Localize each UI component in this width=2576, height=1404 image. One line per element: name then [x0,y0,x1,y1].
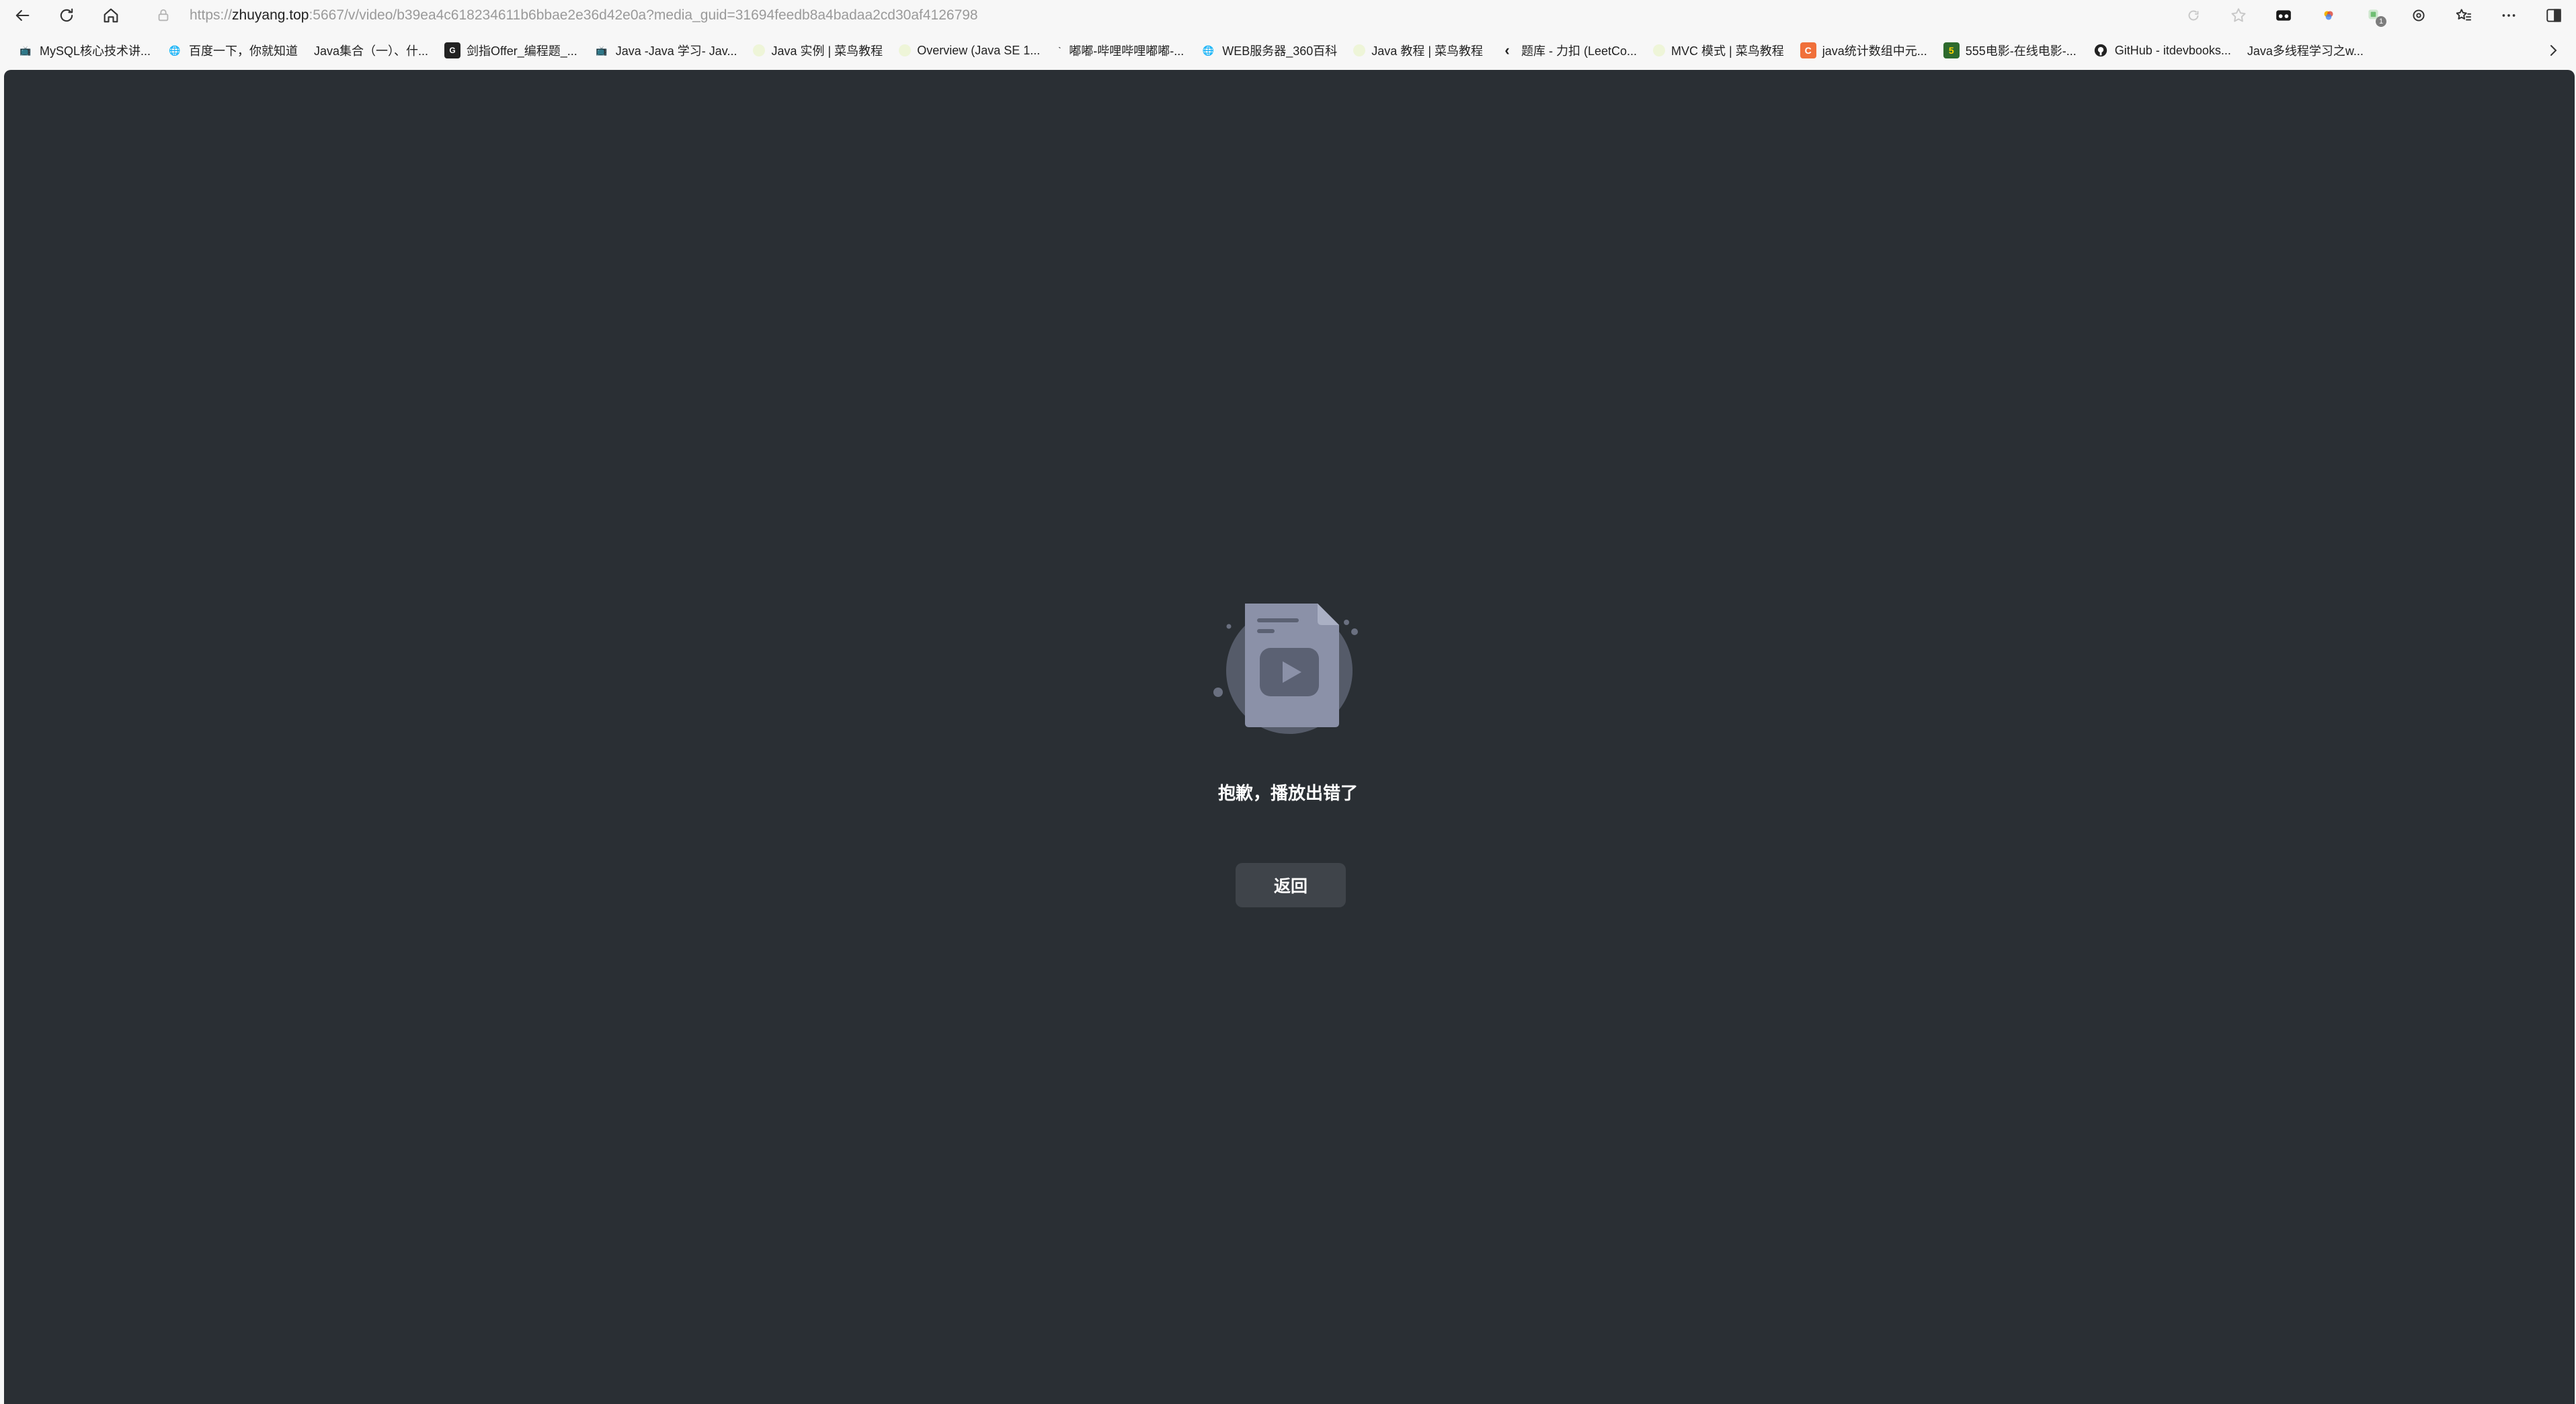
bookmark-label: 百度一下，你就知道 [189,44,298,58]
return-button[interactable]: 返回 [1236,863,1346,907]
extension-button-2[interactable] [2306,0,2351,31]
star-icon [2230,8,2246,22]
bookmark-label: Java 教程 | 菜鸟教程 [1371,44,1483,58]
bookmark-item[interactable]: 🌐 WEB服务器_360百科 [1192,37,1345,64]
bookmarks-bar: 📺 MySQL核心技术讲... 🌐 百度一下，你就知道 Java集合（一）、什...… [0,31,2576,70]
extension-button-1[interactable] [2261,0,2306,31]
bookmark-item[interactable]: 🌐 百度一下，你就知道 [159,37,306,64]
bookmark-label: GitHub - itdevbooks... [2114,43,2231,57]
runoob-icon [1653,44,1666,56]
globe-icon: 🌐 [1202,44,1214,56]
bookmark-item[interactable]: 5 555电影-在线电影-... [1935,37,2085,64]
error-message: 抱歉，播放出错了 [1217,783,1358,803]
runoob-icon [899,44,912,56]
url-host: zhuyang.top [232,7,309,23]
tick-icon: ˋ [1057,45,1061,56]
github-icon [2093,42,2109,58]
arrow-left-icon [15,9,30,22]
bookmark-item[interactable]: ‹ 题库 - 力扣 (LeetCo... [1491,37,1645,64]
refresh-button[interactable] [44,0,89,31]
document-fold [1318,604,1339,625]
runoob-icon [1353,44,1366,56]
bookmark-item[interactable]: G 剑指Offer_编程题_... [436,37,586,64]
bookmark-item[interactable]: Java集合（一）、什... [306,37,436,64]
document-line [1257,629,1275,633]
back-nav-button[interactable] [0,0,44,31]
sidebar-icon [2546,9,2561,22]
url-path: :5667/v/video/b39ea4c618234611b6bbae2e36… [309,7,978,23]
home-icon [104,8,118,23]
illustration-dot [1226,624,1232,629]
bookmark-label: WEB服务器_360百科 [1222,44,1338,58]
bookmark-label: 剑指Offer_编程题_... [467,44,577,58]
bookmark-item[interactable]: Overview (Java SE 1... [891,37,1048,64]
home-button[interactable] [89,0,133,31]
url-scheme: https:// [190,7,233,23]
extension-button-3[interactable]: 1 [2351,0,2396,31]
lock-icon [158,9,169,22]
globe-icon: 🌐 [169,44,181,56]
favorites-list-icon [2456,9,2471,21]
glasses-icon [2276,10,2291,21]
ellipsis-icon [2502,14,2515,17]
csdn-icon: C [1800,42,1816,58]
illustration-dot [1213,688,1223,697]
extension-badge: 1 [2376,16,2386,27]
refresh-icon [60,8,73,22]
bookmark-item[interactable]: Java多线程学习之w... [2239,37,2372,64]
video-error-illustration [1213,604,1358,734]
favorite-star-button[interactable] [2216,0,2261,31]
bookmark-label: Java 实例 | 菜鸟教程 [771,44,883,58]
bookmark-item[interactable]: Java 实例 | 菜鸟教程 [745,37,891,64]
read-aloud-button[interactable] [2171,0,2216,31]
bookmarks-overflow-button[interactable] [2545,31,2561,70]
bookmark-item[interactable]: Cjava统计数组中元... [1792,37,1935,64]
bookmark-label: Java多线程学习之w... [2247,44,2364,58]
bookmark-item[interactable]: ˋ 嘟嘟-哔哩哔哩嘟嘟-... [1048,37,1192,64]
bookmark-item[interactable]: MVC 模式 | 菜鸟教程 [1645,37,1792,64]
browser-toolbar: https://zhuyang.top:5667/v/video/b39ea4c… [0,0,2576,31]
bookmark-item[interactable]: 📺 Java -Java 学习- Jav... [586,37,746,64]
extensions-button[interactable] [2396,0,2441,31]
favorites-button[interactable] [2441,0,2486,31]
bookmark-label: Java集合（一）、什... [314,44,429,58]
bookmark-label: MySQL核心技术讲... [40,44,151,58]
leetcode-icon: ‹ [1504,42,1510,58]
bookmark-label: MVC 模式 | 菜鸟教程 [1671,44,1784,58]
runoob-icon [753,44,766,56]
puzzle-icon [2412,9,2425,22]
tv-icon: 📺 [19,44,32,56]
document-line [1257,618,1299,622]
illustration-dot [1351,628,1358,635]
bookmark-label: Overview (Java SE 1... [917,43,1041,57]
chevron-right-icon [2550,45,2557,56]
address-bar[interactable]: https://zhuyang.top:5667/v/video/b39ea4c… [156,1,2173,30]
bookmark-label: Java -Java 学习- Jav... [615,44,737,58]
bookmark-item[interactable]: GitHub - itdevbooks... [2085,37,2239,64]
bookmark-label: 嘟嘟-哔哩哔哩嘟嘟-... [1069,44,1184,58]
more-menu-button[interactable] [2486,0,2531,31]
illustration-dot [1344,620,1349,625]
tv-icon: 📺 [596,44,608,56]
reload-page-icon [2188,10,2198,21]
bookmark-label: 题库 - 力扣 (LeetCo... [1521,44,1638,58]
sidebar-toggle-button[interactable] [2531,0,2576,31]
555-icon: 5 [1943,42,1960,58]
color-pinwheel-icon [2324,11,2333,20]
bookmark-label: 555电影-在线电影-... [1965,44,2077,58]
bookmark-label: java统计数组中元... [1822,44,1927,58]
bookmark-item[interactable]: 📺 MySQL核心技术讲... [9,37,159,64]
bookmark-item[interactable]: Java 教程 | 菜鸟教程 [1345,37,1491,64]
nowcoder-icon: G [444,42,461,58]
